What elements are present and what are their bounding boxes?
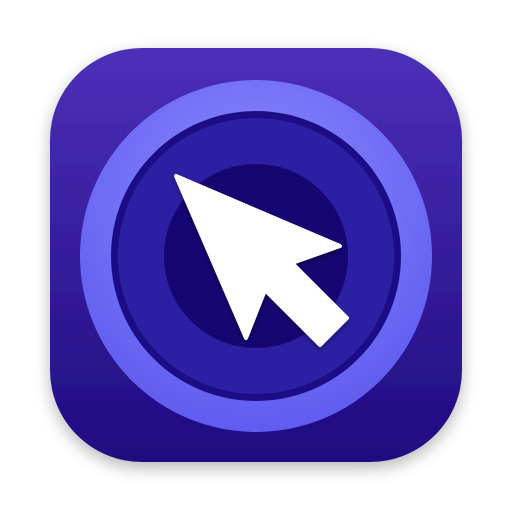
icon-canvas [0,0,512,512]
cursor-app-icon [50,48,462,462]
